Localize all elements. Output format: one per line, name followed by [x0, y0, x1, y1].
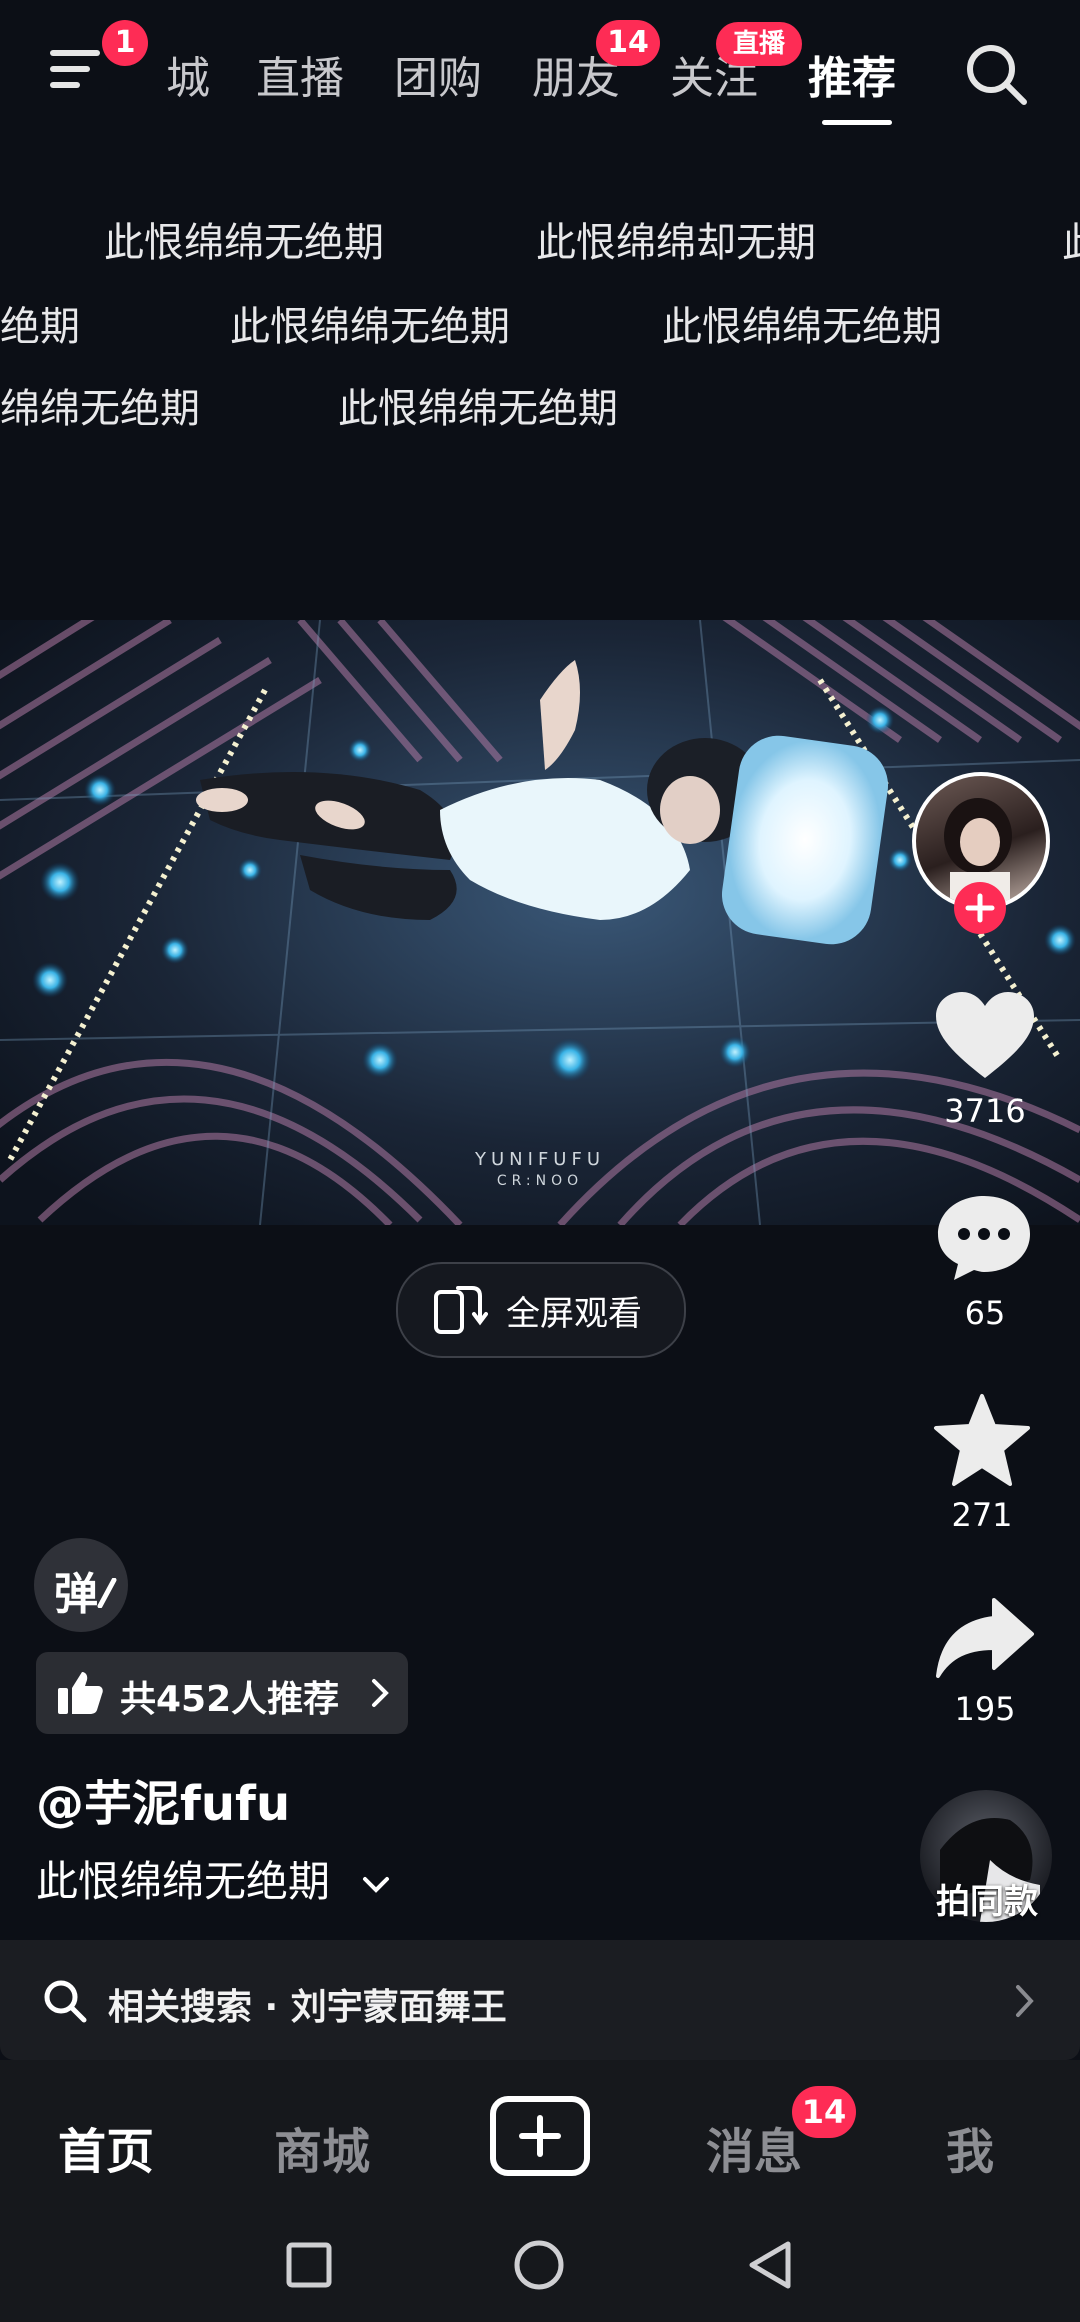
related-search-bar[interactable]: 相关搜索 · 刘宇蒙面舞王	[0, 1940, 1080, 2060]
bottom-tab-bar: 首页 商城 消息 14 我	[0, 2060, 1080, 2210]
live-badge: 直播	[716, 22, 802, 66]
danmaku-item: 此恨绵绵无绝期	[230, 304, 510, 350]
tab-home[interactable]: 首页	[58, 2112, 154, 2182]
back-triangle-icon[interactable]	[744, 2238, 796, 2292]
search-icon	[44, 1980, 87, 2023]
tab-group-buy[interactable]: 团购	[394, 42, 482, 106]
messages-badge: 14	[792, 2086, 856, 2138]
danmaku-item: 此	[1062, 210, 1080, 268]
video-description[interactable]: 此恨绵绵无绝期	[36, 1848, 391, 1909]
chevron-right-icon	[1016, 1985, 1034, 2017]
recommend-count: 共452人推荐	[120, 1679, 340, 1720]
plus-icon	[519, 2115, 561, 2157]
video-watermark: YUNIFUFU	[474, 1149, 605, 1170]
tab-mall[interactable]: 城	[166, 42, 210, 106]
share-icon[interactable]	[934, 1596, 1036, 1680]
tab-recommend[interactable]: 推荐	[808, 42, 896, 106]
danmaku-toggle-label: 弹	[54, 1569, 98, 1620]
author-name[interactable]: @芋泥fufu	[36, 1764, 290, 1834]
video-player[interactable]: YUNIFUFU CR:NOO	[0, 620, 1080, 1225]
menu-icon[interactable]	[50, 44, 106, 96]
chevron-down-icon	[363, 1876, 390, 1893]
chevron-right-icon	[372, 1679, 389, 1707]
fullscreen-button[interactable]: 全屏观看	[396, 1262, 686, 1358]
description-text: 此恨绵绵无绝期	[36, 1857, 331, 1906]
video-watermark: CR:NOO	[497, 1173, 583, 1189]
heart-icon[interactable]	[934, 990, 1036, 1082]
like-count: 3716	[944, 1092, 1026, 1130]
tab-mall-bottom[interactable]: 商城	[274, 2112, 370, 2182]
home-circle-icon[interactable]	[512, 2238, 566, 2292]
recent-apps-icon[interactable]	[284, 2240, 334, 2290]
related-search-text: 相关搜索 · 刘宇蒙面舞王	[108, 1987, 507, 2028]
follow-plus-icon[interactable]	[954, 882, 1006, 934]
danmaku-item: 此恨绵绵无绝期	[662, 304, 942, 350]
tab-live[interactable]: 直播	[256, 42, 344, 106]
create-button[interactable]	[490, 2096, 590, 2176]
active-tab-indicator	[822, 120, 892, 125]
favorite-count: 271	[951, 1496, 1013, 1534]
menu-badge: 1	[102, 20, 148, 66]
top-nav: 1 城 直播 团购 朋友 14 关注 直播 推荐	[0, 0, 1080, 150]
system-nav-bar	[0, 2210, 1080, 2322]
danmaku-item: 此恨绵绵无绝期	[338, 386, 618, 432]
thumbs-up-icon	[58, 1672, 103, 1714]
tab-messages[interactable]: 消息	[706, 2112, 802, 2182]
same-style-label[interactable]: 拍同款	[924, 1874, 1050, 1923]
slash-icon	[97, 1578, 117, 1608]
tab-me[interactable]: 我	[946, 2112, 994, 2182]
danmaku-item: 绵绵无绝期	[0, 386, 200, 432]
comment-icon[interactable]	[934, 1192, 1034, 1282]
fullscreen-label: 全屏观看	[506, 1294, 642, 1334]
danmaku-item: 无绝期	[0, 304, 80, 350]
danmaku-toggle-button[interactable]: 弹	[34, 1538, 128, 1632]
friends-badge: 14	[596, 20, 660, 66]
comment-count: 65	[964, 1294, 1006, 1332]
rotate-screen-icon	[434, 1286, 488, 1334]
recommend-pill[interactable]: 共452人推荐	[36, 1652, 408, 1734]
search-icon[interactable]	[962, 40, 1032, 110]
star-icon[interactable]	[932, 1392, 1032, 1488]
danmaku-item: 此恨绵绵却无期	[536, 220, 816, 266]
danmaku-item: 此恨绵绵无绝期	[104, 220, 384, 266]
share-count: 195	[954, 1690, 1016, 1728]
